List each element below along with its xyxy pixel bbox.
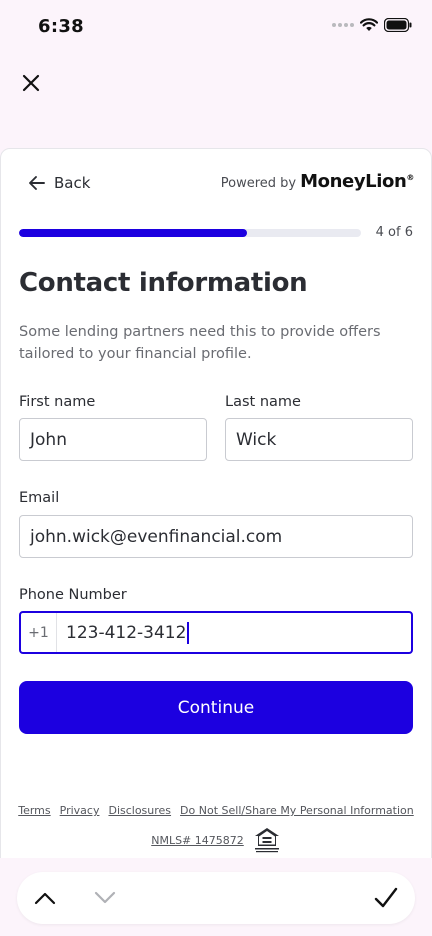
checkmark-icon (374, 887, 398, 908)
done-button[interactable] (360, 872, 412, 924)
phone-label: Phone Number (19, 587, 127, 603)
phone-value-wrap: 123-412-3412 (66, 621, 190, 644)
nmls-row: NMLS# 1475872 (0, 826, 432, 854)
terms-link[interactable]: Terms (18, 804, 50, 817)
arrow-left-icon (29, 176, 45, 190)
email-value: john.wick@evenfinancial.com (30, 526, 283, 547)
phone-value: 123-412-3412 (66, 622, 187, 643)
phone-input[interactable]: +1 123-412-3412 (19, 611, 413, 654)
page-title: Contact information (19, 268, 308, 298)
last-name-label: Last name (225, 394, 301, 410)
chevron-down-icon (94, 891, 116, 904)
powered-by-text: Powered by (220, 176, 297, 191)
back-label: Back (54, 174, 91, 192)
page-description: Some lending partners need this to provi… (19, 324, 381, 362)
first-name-label: First name (19, 394, 96, 410)
status-time: 6:38 (38, 16, 84, 37)
next-field-button[interactable] (79, 872, 131, 924)
wifi-icon (360, 18, 378, 32)
email-input[interactable]: john.wick@evenfinancial.com (19, 515, 413, 558)
privacy-link[interactable]: Privacy (60, 804, 100, 817)
keyboard-toolbar (0, 858, 432, 936)
footer-links: Terms Privacy Disclosures Do Not Sell/Sh… (0, 804, 432, 817)
last-name-input[interactable]: Wick (225, 418, 413, 461)
moneylion-logo: MoneyLion® (300, 171, 414, 192)
powered-by: Powered by MoneyLion® (220, 171, 415, 192)
do-not-sell-link[interactable]: Do Not Sell/Share My Personal Informatio… (180, 804, 414, 817)
form-card (0, 148, 432, 878)
back-button[interactable]: Back (28, 174, 90, 192)
progress-label: 4 of 6 (375, 225, 413, 240)
progress-fill (19, 229, 248, 237)
first-name-input[interactable]: John (19, 418, 207, 461)
country-code-prefix: +1 (21, 613, 57, 652)
text-caret (187, 621, 190, 644)
status-icons (332, 18, 412, 32)
email-label: Email (19, 490, 60, 506)
first-name-value: John (30, 429, 67, 450)
progress-bar (19, 229, 361, 237)
previous-field-button[interactable] (19, 872, 71, 924)
toolbar-pill (17, 872, 415, 924)
last-name-value: Wick (236, 429, 277, 450)
close-icon (22, 74, 40, 92)
chevron-up-icon (34, 892, 56, 905)
disclosures-link[interactable]: Disclosures (108, 804, 171, 817)
close-button[interactable] (18, 70, 44, 96)
battery-icon (384, 18, 412, 32)
nmls-link[interactable]: NMLS# 1475872 (151, 834, 244, 847)
cellular-signal-icon (332, 23, 354, 27)
equal-housing-icon (254, 828, 279, 853)
status-bar: 6:38 (0, 0, 432, 56)
continue-button[interactable]: Continue (19, 681, 413, 734)
